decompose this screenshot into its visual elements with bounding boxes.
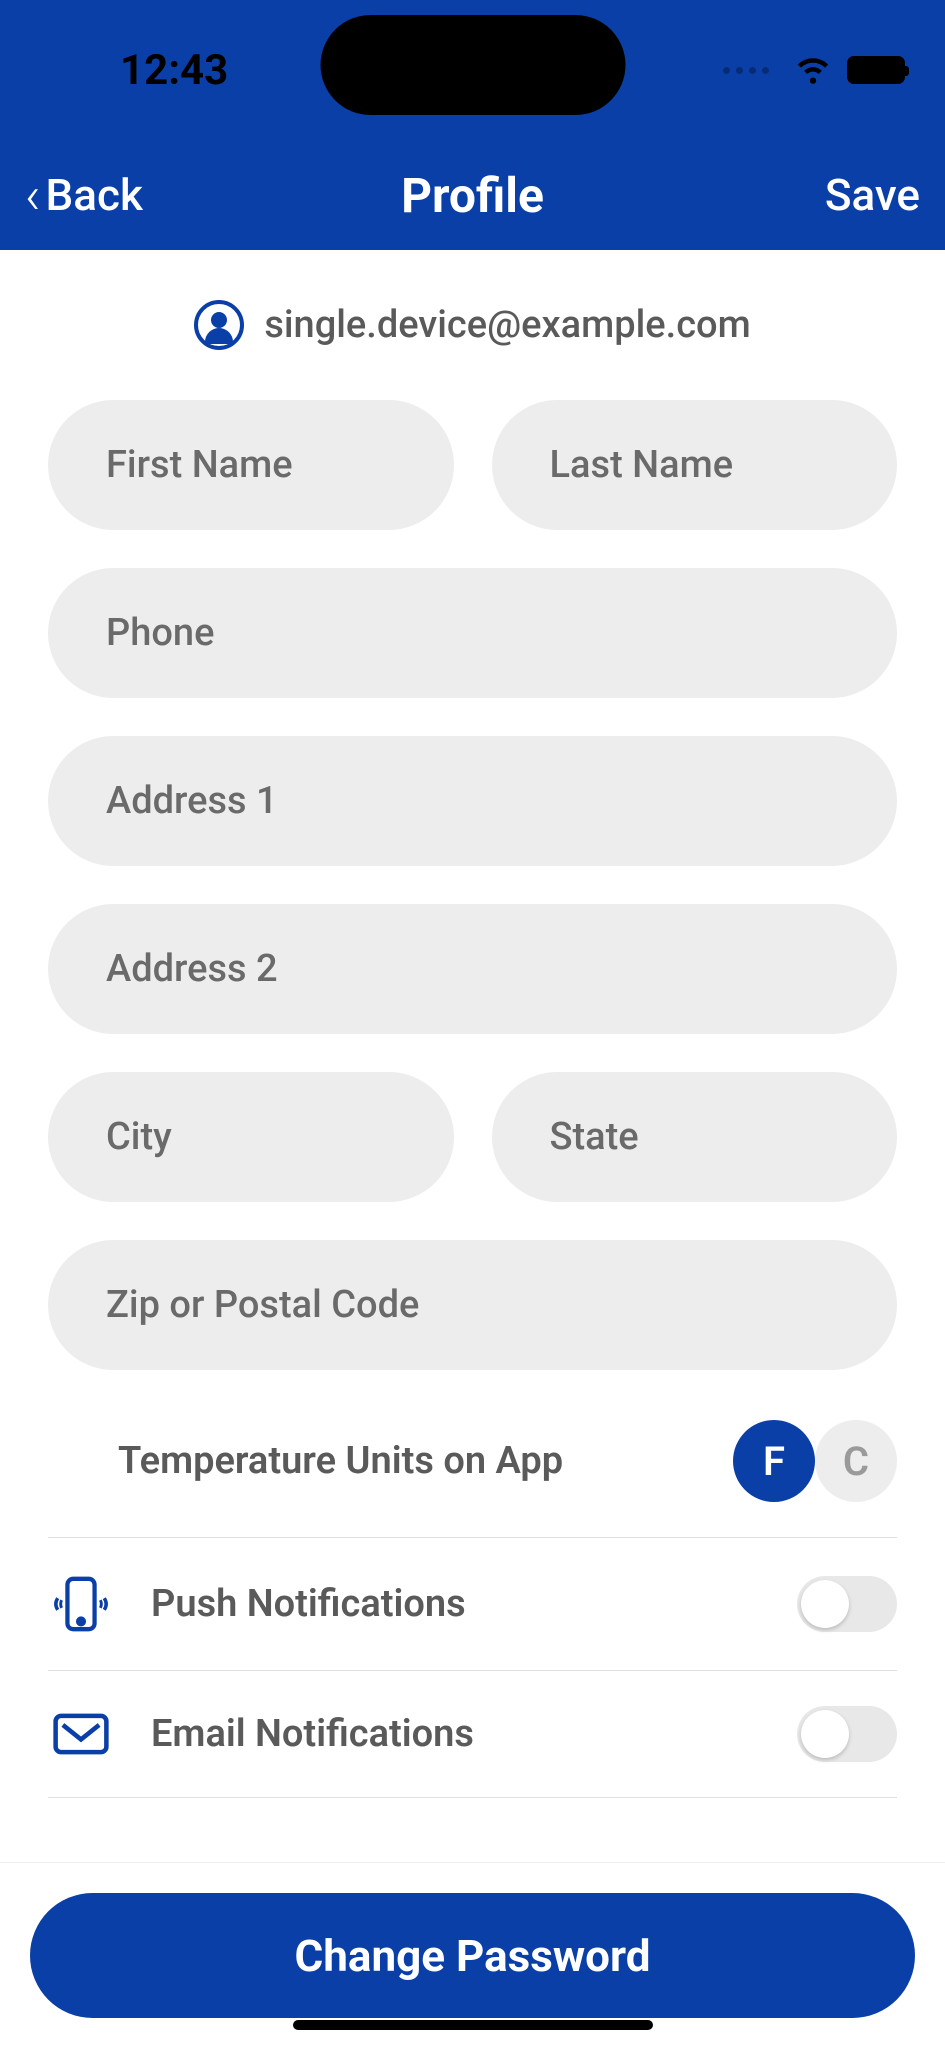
chevron-left-icon: ‹ [25,165,41,226]
avatar-icon [194,300,244,350]
last-name-field[interactable] [492,400,898,530]
zip-field[interactable] [48,1240,897,1370]
city-field[interactable] [48,1072,454,1202]
celsius-button[interactable]: C [815,1420,897,1502]
change-password-button[interactable]: Change Password [30,1893,915,2018]
first-name-field[interactable] [48,400,454,530]
push-notifications-row: Push Notifications [48,1538,897,1671]
nav-bar: ‹ Back Profile Save [0,140,945,250]
email-notifications-row: Email Notifications [48,1671,897,1798]
address2-field[interactable] [48,904,897,1034]
temperature-label: Temperature Units on App [118,1439,563,1483]
save-button[interactable]: Save [825,169,920,221]
content-area: single.device@example.com Temperature Un… [0,250,945,1798]
battery-icon [847,56,905,84]
push-notifications-toggle[interactable] [797,1576,897,1632]
status-indicators [723,49,905,91]
home-indicator[interactable] [293,2020,653,2030]
email-notifications-label: Email Notifications [151,1712,474,1756]
email-text: single.device@example.com [264,303,750,347]
wifi-icon [794,49,832,91]
temperature-units-row: Temperature Units on App F C [48,1420,897,1538]
email-display: single.device@example.com [48,300,897,350]
address1-field[interactable] [48,736,897,866]
mail-icon [48,1710,113,1758]
cellular-dots-icon [723,67,769,74]
fahrenheit-button[interactable]: F [733,1420,815,1502]
status-bar: 12:43 [0,0,945,140]
state-field[interactable] [492,1072,898,1202]
temperature-toggle: F C [733,1420,897,1502]
phone-vibrate-icon [48,1573,113,1635]
status-time: 12:43 [120,46,228,95]
phone-field[interactable] [48,568,897,698]
settings-section: Temperature Units on App F C [48,1420,897,1798]
bottom-action-bar: Change Password [0,1862,945,2048]
device-notch [320,15,625,115]
back-button[interactable]: ‹ Back [25,165,143,226]
push-notifications-label: Push Notifications [151,1582,466,1626]
back-label: Back [46,169,143,221]
email-notifications-toggle[interactable] [797,1706,897,1762]
page-title: Profile [401,167,544,224]
